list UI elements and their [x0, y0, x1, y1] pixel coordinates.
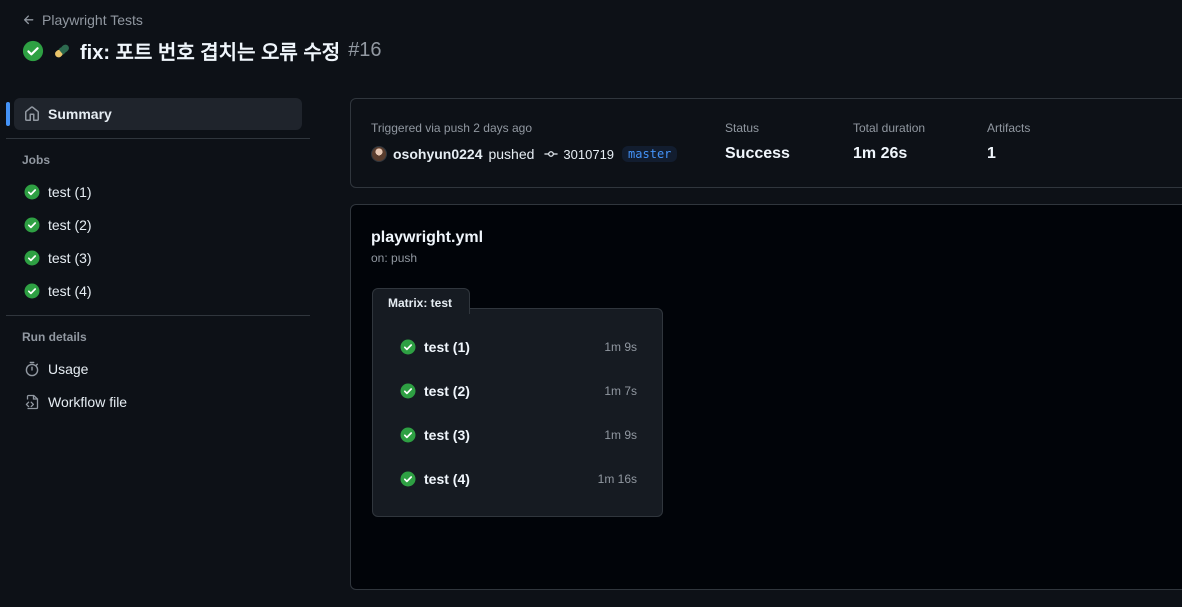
file-code-icon	[25, 394, 39, 409]
sidebar-item-job-4[interactable]: test (4)	[14, 274, 302, 307]
push-action-text: pushed	[488, 146, 535, 162]
sidebar-item-label: Summary	[48, 106, 112, 122]
check-circle-icon	[22, 40, 44, 61]
artifacts-label: Artifacts	[987, 121, 1031, 135]
matrix-job-name: test (3)	[424, 427, 470, 443]
run-details-heading: Run details	[22, 330, 87, 344]
sidebar: Summary Jobs test (1) test (2) test (3)	[0, 92, 310, 418]
page-title: fix: 포트 번호 겹치는 오류 수정 #16	[22, 36, 382, 65]
duration-label: Total duration	[853, 121, 926, 135]
sidebar-item-label: test (2)	[48, 216, 92, 233]
workflow-trigger: on: push	[371, 251, 418, 265]
matrix-job-duration: 1m 9s	[604, 340, 637, 354]
check-circle-icon	[24, 184, 40, 199]
stopwatch-icon	[25, 361, 39, 376]
matrix-tab: Matrix: test	[372, 288, 470, 314]
matrix-job-duration: 1m 7s	[604, 384, 637, 398]
sidebar-item-job-1[interactable]: test (1)	[14, 175, 302, 208]
trigger-info: osohyun0224 pushed 3010719 master	[371, 146, 678, 162]
arrow-left-icon	[23, 15, 34, 25]
matrix-job-4[interactable]: test (4) 1m 16s	[400, 467, 637, 491]
check-circle-icon	[24, 250, 40, 265]
check-circle-icon	[24, 217, 40, 232]
sidebar-item-job-3[interactable]: test (3)	[14, 241, 302, 274]
sidebar-item-job-2[interactable]: test (2)	[14, 208, 302, 241]
check-circle-icon	[400, 471, 416, 487]
matrix-job-name: test (4)	[424, 471, 470, 487]
home-icon	[25, 106, 39, 121]
run-title-text: fix: 포트 번호 겹치는 오류 수정	[80, 42, 341, 64]
matrix-job-group: test (1) 1m 9s test (2) 1m 7s test (3) 1…	[372, 308, 663, 517]
workflow-graph-card: playwright.yml on: push Matrix: test tes…	[350, 204, 1182, 590]
triggered-text: Triggered via push 2 days ago	[371, 121, 532, 135]
sidebar-item-label: test (4)	[48, 282, 92, 299]
sidebar-item-usage[interactable]: Usage	[14, 352, 302, 385]
sidebar-item-workflow-file[interactable]: Workflow file	[14, 385, 302, 418]
workflow-file-name: playwright.yml	[371, 229, 484, 246]
check-circle-icon	[400, 339, 416, 355]
matrix-job-duration: 1m 9s	[604, 428, 637, 442]
run-summary-card: Triggered via push 2 days ago osohyun022…	[350, 98, 1182, 188]
status-stat: Status Success	[725, 121, 790, 163]
matrix-job-name: test (1)	[424, 339, 470, 355]
check-circle-icon	[400, 427, 416, 443]
duration-stat: Total duration 1m 26s	[853, 121, 925, 163]
artifacts-stat[interactable]: Artifacts 1	[987, 121, 1030, 163]
branch-tag[interactable]: master	[622, 146, 678, 162]
sidebar-item-label: test (3)	[48, 249, 92, 266]
sidebar-item-summary[interactable]: Summary	[6, 98, 302, 130]
back-link-label: Playwright Tests	[42, 12, 143, 28]
status-value: Success	[725, 145, 790, 162]
sidebar-item-label: Usage	[48, 360, 89, 377]
jobs-heading: Jobs	[22, 153, 51, 167]
sidebar-item-label: test (1)	[48, 183, 92, 200]
back-to-workflow-link[interactable]: Playwright Tests	[22, 12, 143, 28]
matrix-job-name: test (2)	[424, 383, 470, 399]
duration-value: 1m 26s	[853, 145, 908, 162]
status-label: Status	[725, 121, 760, 135]
commit-link[interactable]: 3010719	[544, 147, 614, 162]
matrix-job-1[interactable]: test (1) 1m 9s	[400, 335, 637, 359]
git-commit-icon	[544, 151, 558, 157]
sidebar-divider	[6, 315, 310, 316]
sidebar-item-label: Workflow file	[48, 393, 128, 410]
sidebar-divider	[6, 138, 310, 139]
commit-sha: 3010719	[563, 146, 615, 162]
run-number: #16	[348, 39, 382, 61]
user-link[interactable]: osohyun0224	[393, 146, 482, 162]
check-circle-icon	[400, 383, 416, 399]
pill-emoji-icon	[55, 44, 69, 57]
matrix-job-duration: 1m 16s	[597, 472, 637, 486]
artifacts-value: 1	[987, 145, 996, 162]
matrix-job-2[interactable]: test (2) 1m 7s	[400, 379, 637, 403]
workflow-run-page: Playwright Tests fix: 포트 번호 겹치는 오류 수정 #1…	[0, 0, 1182, 607]
matrix-job-3[interactable]: test (3) 1m 9s	[400, 423, 637, 447]
check-circle-icon	[24, 283, 40, 298]
avatar[interactable]	[371, 146, 387, 162]
